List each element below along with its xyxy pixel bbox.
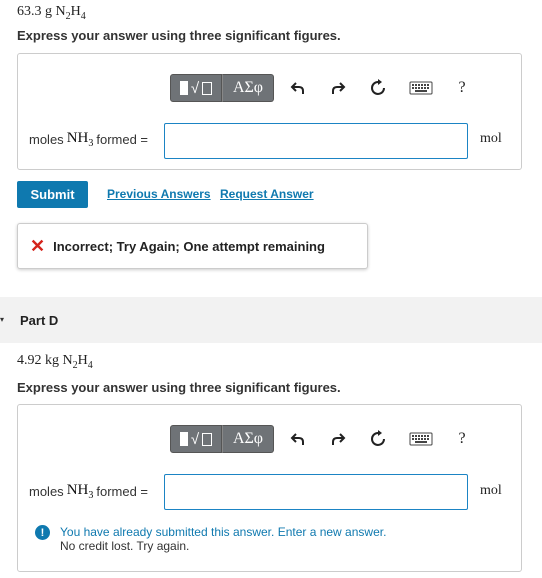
- redo-icon[interactable]: [326, 76, 350, 100]
- instructions-d: Express your answer using three signific…: [17, 380, 341, 395]
- part-d-header[interactable]: ▾ Part D: [0, 297, 542, 343]
- templates-icon: [179, 81, 188, 95]
- request-answer-link[interactable]: Request Answer: [220, 187, 314, 201]
- info-icon: !: [35, 525, 50, 540]
- greek-letters-button[interactable]: ΑΣφ: [222, 74, 274, 102]
- part-d-title: Part D: [20, 313, 59, 328]
- templates-button[interactable]: √: [170, 74, 222, 102]
- unit-label-c: mol: [480, 131, 502, 146]
- keyboard-icon[interactable]: [406, 427, 436, 451]
- problem-statement-c: 63.3 g N2H4: [17, 4, 86, 22]
- reset-icon[interactable]: [366, 427, 390, 451]
- templates-button[interactable]: √: [170, 425, 222, 453]
- answer-label-d: moles NH3 formed =: [29, 482, 149, 501]
- undo-icon[interactable]: [286, 76, 310, 100]
- greek-letters-button[interactable]: ΑΣφ: [222, 425, 274, 453]
- templates-icon: [179, 432, 188, 446]
- math-toolbar-c: √ ΑΣφ ?: [170, 74, 474, 102]
- unit-label-d: mol: [480, 483, 502, 498]
- answer-input-c[interactable]: [164, 123, 468, 159]
- instructions-c: Express your answer using three signific…: [17, 28, 341, 43]
- incorrect-x-icon: ✕: [30, 235, 46, 256]
- collapse-chevron-icon: ▾: [0, 315, 5, 324]
- resubmit-notice: ! You have already submitted this answer…: [35, 525, 386, 553]
- help-icon[interactable]: ?: [450, 76, 474, 100]
- feedback-text: Incorrect; Try Again; One attempt remain…: [53, 238, 325, 254]
- problem-statement-d: 4.92 kg N2H4: [17, 353, 93, 371]
- reset-icon[interactable]: [366, 76, 390, 100]
- notice-line-2: No credit lost. Try again.: [60, 539, 190, 553]
- submit-button[interactable]: Submit: [17, 181, 88, 208]
- redo-icon[interactable]: [326, 427, 350, 451]
- answer-box-d: √ ΑΣφ ? moles NH3 formed = mol ! You hav…: [17, 404, 522, 572]
- answer-box-c: √ ΑΣφ ? moles NH3 formed = mol: [17, 53, 522, 170]
- keyboard-icon[interactable]: [406, 76, 436, 100]
- help-icon[interactable]: ?: [450, 427, 474, 451]
- notice-line-1: You have already submitted this answer. …: [60, 525, 387, 539]
- feedback-box: ✕ Incorrect; Try Again; One attempt rema…: [17, 223, 368, 269]
- answer-input-d[interactable]: [164, 474, 468, 510]
- math-toolbar-d: √ ΑΣφ ?: [170, 425, 474, 453]
- undo-icon[interactable]: [286, 427, 310, 451]
- answer-label-c: moles NH3 formed =: [29, 130, 149, 149]
- previous-answers-link[interactable]: Previous Answers: [107, 187, 211, 201]
